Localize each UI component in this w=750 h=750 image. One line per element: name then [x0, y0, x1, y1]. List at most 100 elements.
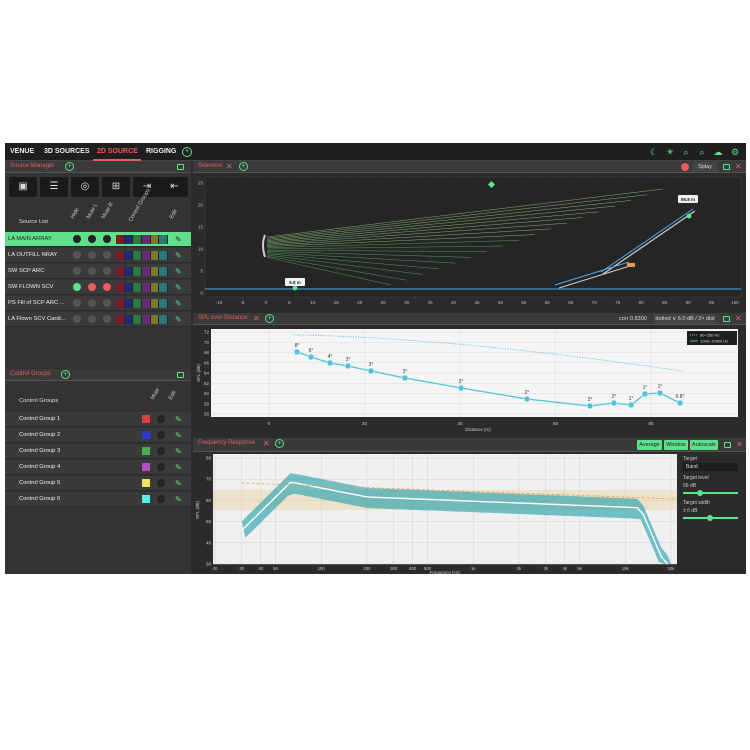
add-folder-icon[interactable]: ⊞ — [102, 177, 130, 197]
record-icon[interactable] — [681, 163, 689, 171]
group-swatch[interactable] — [124, 267, 134, 276]
control-group-swatches[interactable] — [116, 283, 169, 292]
spl-point[interactable] — [307, 353, 315, 361]
spl-point[interactable] — [367, 367, 375, 375]
autoscale-button[interactable]: Autoscale — [690, 440, 718, 450]
control-group-swatches[interactable] — [116, 299, 169, 308]
edit-pencil-icon[interactable]: ✎ — [175, 447, 184, 456]
settings-icon[interactable]: ⚙ — [730, 147, 740, 157]
group-swatch[interactable] — [116, 283, 125, 292]
window-button[interactable]: Window — [664, 440, 688, 450]
spl-point[interactable] — [656, 389, 664, 397]
target-level-slider[interactable] — [683, 490, 738, 496]
edit-pencil-icon[interactable]: ✎ — [175, 251, 184, 260]
zoom-out-icon[interactable]: ⌕ — [681, 147, 691, 157]
group-swatch[interactable] — [133, 235, 143, 244]
group-color-swatch[interactable] — [142, 431, 150, 439]
edit-pencil-icon[interactable]: ✎ — [175, 267, 184, 276]
group-mute-toggle[interactable] — [157, 463, 165, 471]
source-row[interactable]: LA OUTFILL NRAY ✎ — [5, 248, 191, 263]
add-view-icon[interactable]: + — [239, 162, 248, 171]
group-swatch[interactable] — [150, 315, 160, 324]
close-spl-view-icon[interactable]: ✕ — [735, 315, 742, 323]
control-group-row[interactable]: Control Group 6 ✎ — [5, 492, 191, 507]
spl-point[interactable] — [326, 359, 334, 367]
group-swatch[interactable] — [133, 267, 143, 276]
edit-pencil-icon[interactable]: ✎ — [175, 495, 184, 504]
group-swatch[interactable] — [159, 299, 169, 308]
edit-pencil-icon[interactable]: ✎ — [175, 315, 184, 324]
tab-3d-sources[interactable]: 3D SOURCES — [44, 148, 90, 155]
mute-l-toggle[interactable] — [88, 283, 96, 291]
close-view-icon[interactable]: ✕ — [735, 163, 742, 171]
group-mute-toggle[interactable] — [157, 479, 165, 487]
spl-point[interactable] — [676, 399, 684, 407]
group-swatch[interactable] — [150, 267, 160, 276]
spl-plot[interactable]: 72 70 68 66 64 62 60 58 56 0 20 40 60 80 Distance (m) S… — [193, 325, 746, 437]
hide-toggle[interactable] — [73, 283, 81, 291]
group-swatch[interactable] — [133, 299, 143, 308]
source-row[interactable]: LA MAIN ARRAY ✎ — [5, 232, 191, 247]
spl-mode-select[interactable]: dotted ∨ 6.0 dB / 2× dist — [654, 314, 716, 324]
array-icon[interactable]: ☰ — [40, 177, 68, 197]
tab-rigging[interactable]: RIGGING — [146, 148, 176, 155]
splay-button[interactable]: Splay — [693, 162, 717, 172]
group-swatch[interactable] — [159, 251, 169, 260]
zoom-in-icon[interactable]: ⌕ — [697, 147, 707, 157]
close-spl-icon[interactable]: ✕ — [253, 315, 260, 323]
group-swatch[interactable] — [142, 283, 151, 292]
spl-point[interactable] — [293, 348, 301, 356]
spl-point[interactable] — [457, 384, 465, 392]
copy-spl-icon[interactable] — [723, 316, 730, 322]
sun-icon[interactable]: ☀ — [665, 147, 675, 157]
source-row[interactable]: PS Fill of SCP ARC ... ✎ — [5, 296, 191, 311]
group-swatch[interactable] — [124, 315, 134, 324]
close-freq-icon[interactable]: ✕ — [263, 440, 270, 448]
mute-l-toggle[interactable] — [88, 235, 96, 243]
group-color-swatch[interactable] — [142, 447, 150, 455]
source-row[interactable]: LA Flown SCV Cardi... ✎ — [5, 312, 191, 327]
mic-marker[interactable] — [686, 213, 692, 219]
spl-point[interactable] — [610, 399, 618, 407]
control-group-swatches[interactable] — [116, 267, 169, 276]
control-group-row[interactable]: Control Group 5 ✎ — [5, 476, 191, 491]
group-swatch[interactable] — [159, 267, 169, 276]
control-group-row[interactable]: Control Group 1 ✎ — [5, 412, 191, 427]
control-group-row[interactable]: Control Group 3 ✎ — [5, 444, 191, 459]
freq-plot[interactable]: 80706050403020 30 40 50 100 200 300 400 500 1k 2k 3… — [193, 452, 683, 574]
subwoofer-icon[interactable]: ◎ — [71, 177, 99, 197]
group-swatch[interactable] — [133, 251, 143, 260]
group-swatch[interactable] — [142, 299, 151, 308]
copy-view-icon[interactable] — [723, 164, 730, 170]
control-group-swatches[interactable] — [116, 251, 169, 260]
group-swatch[interactable] — [150, 251, 160, 260]
edit-pencil-icon[interactable]: ✎ — [175, 479, 184, 488]
mute-r-toggle[interactable] — [103, 315, 111, 323]
duplicate-icon[interactable] — [177, 164, 184, 170]
spl-point[interactable] — [344, 362, 352, 370]
mute-l-toggle[interactable] — [88, 267, 96, 275]
mute-r-toggle[interactable] — [103, 235, 111, 243]
group-swatch[interactable] — [159, 283, 169, 292]
mute-r-toggle[interactable] — [103, 283, 111, 291]
add-spl-icon[interactable]: + — [265, 314, 274, 323]
spl-point[interactable] — [586, 402, 594, 410]
group-mute-toggle[interactable] — [157, 431, 165, 439]
mute-l-toggle[interactable] — [88, 299, 96, 307]
group-swatch[interactable] — [116, 267, 125, 276]
tab-venue[interactable]: VENUE — [10, 148, 34, 155]
spl-point[interactable] — [523, 395, 531, 403]
edit-pencil-icon[interactable]: ✎ — [175, 283, 184, 292]
close-freq-view-icon[interactable]: ✕ — [736, 441, 743, 449]
edit-pencil-icon[interactable]: ✎ — [175, 415, 184, 424]
edit-pencil-icon[interactable]: ✎ — [175, 299, 184, 308]
group-swatch[interactable] — [150, 283, 160, 292]
copy-freq-icon[interactable] — [724, 442, 731, 448]
export-icon[interactable]: ⇤ — [161, 177, 188, 197]
group-swatch[interactable] — [133, 315, 143, 324]
group-swatch[interactable] — [116, 315, 125, 324]
mute-l-toggle[interactable] — [88, 251, 96, 259]
duplicate-group-icon[interactable] — [177, 372, 184, 378]
mute-r-toggle[interactable] — [103, 267, 111, 275]
group-swatch[interactable] — [124, 283, 134, 292]
